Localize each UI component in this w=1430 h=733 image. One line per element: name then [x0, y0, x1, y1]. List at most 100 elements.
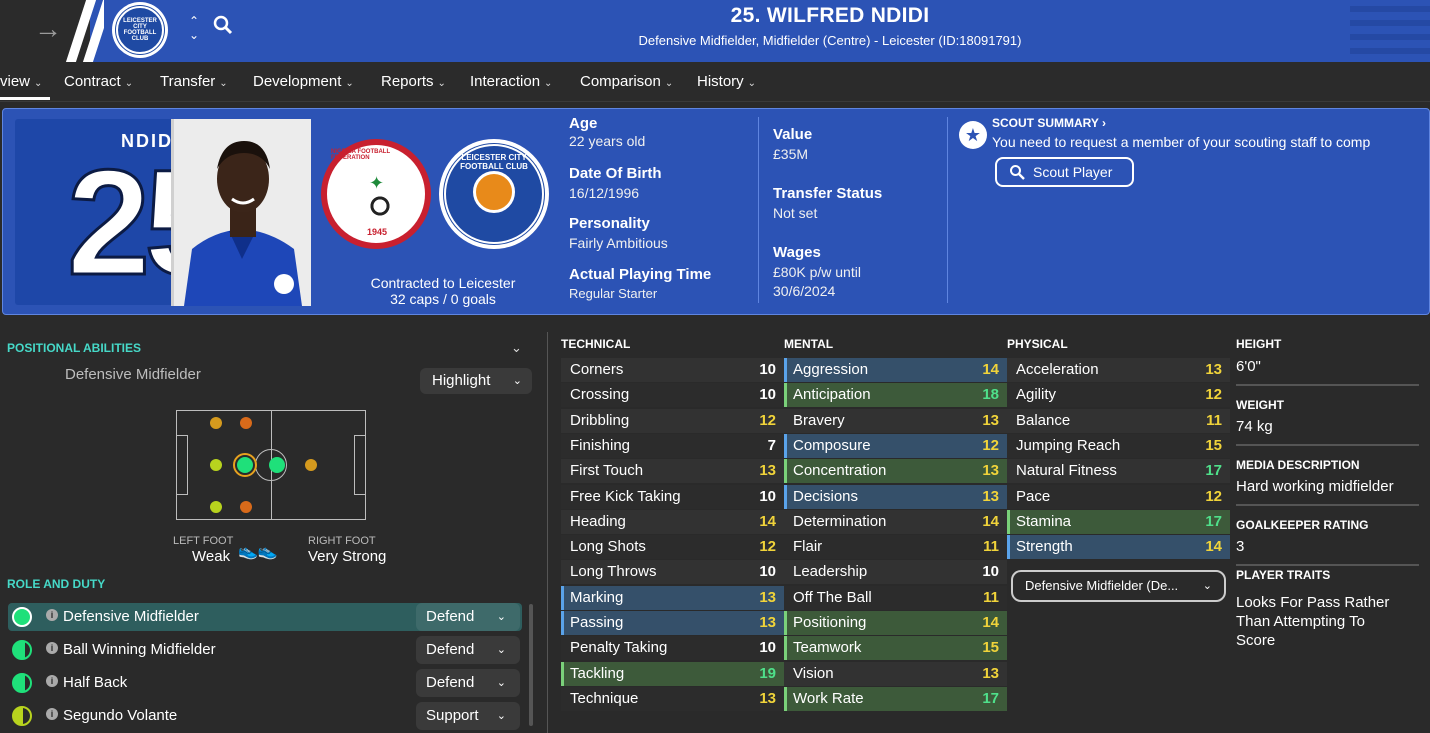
attribute-row[interactable]: Balance 11 [1007, 408, 1230, 433]
attribute-name: Jumping Reach [1016, 436, 1121, 454]
info-icon[interactable]: i [46, 642, 58, 654]
tab-label: Interaction [470, 73, 541, 90]
attribute-row[interactable]: Flair 11 [784, 535, 1007, 560]
position-dot [210, 417, 222, 429]
attribute-value: 18 [982, 386, 999, 404]
attribute-row[interactable]: Technique 13 [561, 686, 784, 711]
duty-label: Defend [426, 641, 475, 658]
attribute-value: 12 [759, 538, 776, 556]
tab-overview[interactable]: view ⌄ [0, 73, 42, 90]
playing-time-label: Actual Playing Time [569, 266, 712, 283]
attribute-name: Determination [793, 512, 887, 530]
prev-next-player-icon[interactable]: ⌃ ⌄ [186, 14, 202, 42]
fox-icon [473, 171, 515, 213]
attribute-row[interactable]: Positioning 14 [784, 611, 1007, 635]
national-team-crest[interactable]: NIGERIA FOOTBALL FEDERATION ✦ 1945 [321, 139, 431, 249]
info-icon[interactable]: i [46, 609, 58, 621]
tab-reports[interactable]: Reports ⌄ [381, 73, 446, 90]
media-description-label: MEDIA DESCRIPTION [1236, 458, 1360, 472]
attribute-row[interactable]: Work Rate 17 [784, 686, 1007, 711]
attribute-name: Long Throws [570, 563, 657, 581]
attribute-row[interactable]: Long Shots 12 [561, 535, 784, 560]
details-divider [1236, 564, 1419, 566]
player-subtitle[interactable]: Defensive Midfielder, Midfielder (Centre… [540, 33, 1120, 48]
info-icon[interactable]: i [46, 708, 58, 720]
attribute-row[interactable]: Anticipation 18 [784, 383, 1007, 408]
physical-title: PHYSICAL [1007, 337, 1068, 351]
attribute-row[interactable]: First Touch 13 [561, 459, 784, 484]
attribute-row[interactable]: Pace 12 [1007, 484, 1230, 509]
attribute-row[interactable]: Heading 14 [561, 509, 784, 534]
attribute-row[interactable]: Determination 14 [784, 509, 1007, 534]
attribute-row[interactable]: Tackling 19 [561, 661, 784, 686]
duty-dropdown[interactable]: Defend ⌄ [416, 636, 520, 664]
star-icon: ★ [959, 121, 987, 149]
weight-label: WEIGHT [1236, 398, 1284, 412]
attribute-row[interactable]: Teamwork 15 [784, 636, 1007, 661]
attribute-row[interactable]: Passing 13 [561, 611, 784, 635]
chevron-down-icon: ⌄ [496, 677, 506, 689]
tab-transfer[interactable]: Transfer ⌄ [160, 73, 228, 90]
attribute-row[interactable]: Stamina 17 [1007, 509, 1230, 534]
attribute-row[interactable]: Vision 13 [784, 661, 1007, 686]
boots-icon: 👟👟 [238, 543, 278, 560]
attribute-row[interactable]: Finishing 7 [561, 433, 784, 458]
attribute-value: 10 [759, 361, 776, 378]
attribute-row[interactable]: Bravery 13 [784, 408, 1007, 433]
highlight-dropdown[interactable]: Highlight ⌄ [420, 368, 532, 394]
attribute-row[interactable]: Dribbling 12 [561, 408, 784, 433]
attribute-row[interactable]: Natural Fitness 17 [1007, 459, 1230, 484]
search-icon[interactable] [212, 14, 234, 36]
attribute-row[interactable]: Free Kick Taking 10 [561, 484, 784, 509]
attribute-row[interactable]: Jumping Reach 15 [1007, 433, 1230, 458]
attribute-value: 13 [982, 487, 999, 505]
attribute-name: Strength [1016, 538, 1073, 556]
tab-history[interactable]: History ⌄ [697, 73, 756, 90]
attribute-highlight-bar [1007, 535, 1010, 560]
playing-time-value: Regular Starter [569, 286, 658, 301]
tab-interaction[interactable]: Interaction ⌄ [470, 73, 552, 90]
collapse-chevron-icon[interactable]: ⌄ [511, 340, 522, 356]
scout-player-button[interactable]: Scout Player [995, 157, 1134, 187]
tab-contract[interactable]: Contract ⌄ [64, 73, 133, 90]
attribute-row[interactable]: Aggression 14 [784, 358, 1007, 382]
attribute-highlight-bar [1007, 509, 1010, 534]
attribute-row[interactable]: Agility 12 [1007, 383, 1230, 408]
role-row[interactable]: i Ball Winning Midfielder Defend ⌄ [8, 636, 522, 664]
duty-dropdown[interactable]: Defend ⌄ [416, 669, 520, 697]
attribute-value: 11 [983, 588, 999, 606]
attribute-name: Penalty Taking [570, 639, 668, 657]
role-name: Segundo Volante [63, 707, 178, 724]
attribute-row[interactable]: Long Throws 10 [561, 560, 784, 585]
attribute-row[interactable]: Penalty Taking 10 [561, 636, 784, 661]
tab-comparison[interactable]: Comparison ⌄ [580, 73, 673, 90]
tab-development[interactable]: Development ⌄ [253, 73, 354, 90]
attribute-row[interactable]: Crossing 10 [561, 383, 784, 408]
attribute-row[interactable]: Marking 13 [561, 585, 784, 610]
role-highlight-dropdown[interactable]: Defensive Midfielder (De... ⌄ [1011, 570, 1226, 602]
header-bar: → LEICESTER CITY FOOTBALL CLUB ⌃ ⌄ 25. WI… [0, 0, 1430, 67]
attribute-row[interactable]: Leadership 10 [784, 560, 1007, 585]
duty-dropdown[interactable]: Support ⌄ [416, 702, 520, 730]
forward-arrow-icon[interactable]: → [34, 14, 62, 44]
attribute-row[interactable]: Composure 12 [784, 433, 1007, 458]
club-crest-small[interactable]: LEICESTER CITY FOOTBALL CLUB [112, 2, 168, 58]
attribute-row[interactable]: Concentration 13 [784, 459, 1007, 484]
chevron-down-icon: ⌄ [437, 78, 446, 89]
scout-summary-text: You need to request a member of your sco… [992, 134, 1371, 150]
attribute-row[interactable]: Off The Ball 11 [784, 585, 1007, 610]
attribute-row[interactable]: Corners 10 [561, 358, 784, 382]
role-row[interactable]: i Defensive Midfielder Defend ⌄ [8, 603, 522, 631]
tab-label: Transfer [160, 73, 216, 90]
attribute-row[interactable]: Strength 14 [1007, 535, 1230, 560]
scout-summary-title[interactable]: SCOUT SUMMARY › [992, 116, 1106, 130]
info-icon[interactable]: i [46, 675, 58, 687]
attribute-row[interactable]: Decisions 13 [784, 484, 1007, 509]
attribute-row[interactable]: Acceleration 13 [1007, 358, 1230, 382]
role-row[interactable]: i Half Back Defend ⌄ [8, 669, 522, 697]
roles-scrollbar[interactable] [529, 604, 533, 726]
duty-dropdown[interactable]: Defend ⌄ [416, 603, 520, 631]
club-crest-large[interactable]: LEICESTER CITY FOOTBALL CLUB [439, 139, 549, 249]
role-row[interactable]: i Segundo Volante Support ⌄ [8, 702, 522, 730]
chevron-down-icon: ⌄ [512, 375, 522, 387]
